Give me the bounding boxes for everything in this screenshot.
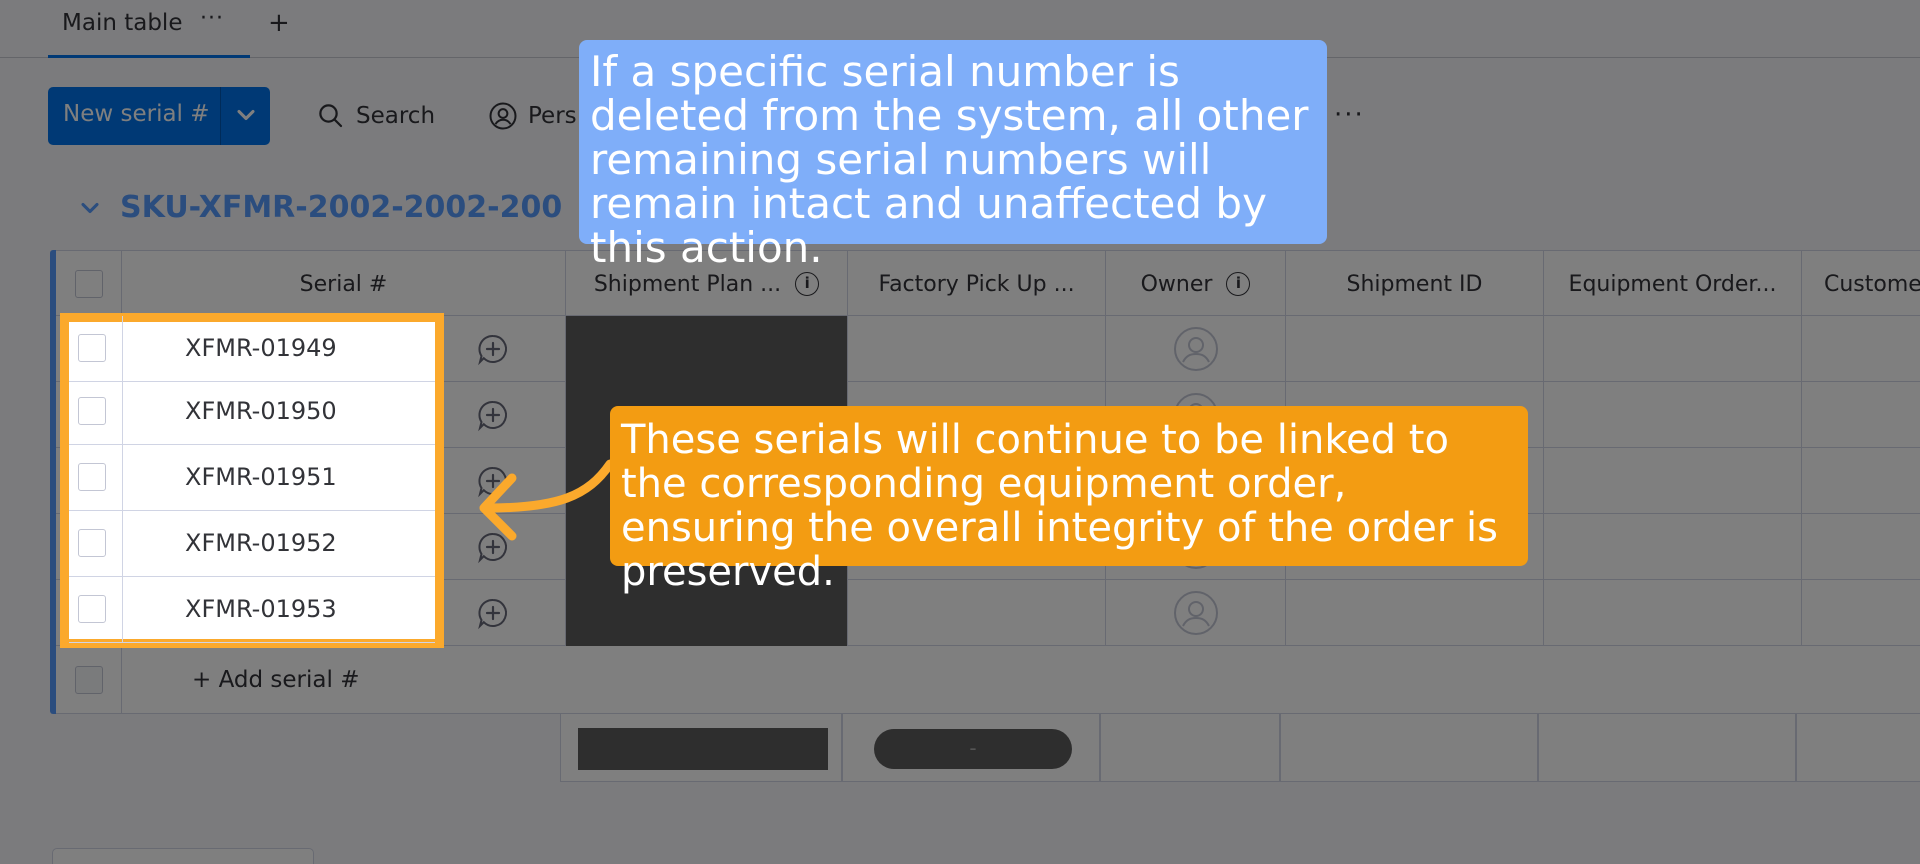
group-collapse-icon[interactable] [76,194,104,222]
serial-value: XFMR-01952 [185,529,337,557]
summary-status-bar [578,728,828,770]
highlighted-serial-row[interactable]: XFMR-01949 [69,316,435,382]
row-checkbox[interactable] [78,595,106,623]
highlighted-serial-row[interactable]: XFMR-01951 [69,445,435,511]
chevron-down-icon[interactable] [232,101,260,129]
serial-value: XFMR-01950 [185,397,337,425]
toolbar-more-icon[interactable]: ··· [1334,100,1365,130]
customer-cell[interactable] [1802,448,1920,514]
add-serial-button[interactable]: + Add serial # [122,646,1920,714]
row-checkbox[interactable] [78,463,106,491]
search-button[interactable]: Search [316,95,435,137]
customer-cell[interactable] [1802,580,1920,646]
search-label: Search [356,103,436,129]
factory-pickup-cell[interactable] [848,316,1106,382]
summary-cell [1796,714,1920,782]
column-header-equipment-order[interactable]: Equipment Order... [1544,251,1802,317]
select-all-checkbox[interactable] [74,270,103,298]
callout-arrow-icon [479,459,615,541]
row-checkbox[interactable] [78,334,106,362]
column-header-label: Shipment Plan ... [593,271,782,297]
table-header: Serial # Shipment Plan ... i Factory Pick… [56,250,1920,317]
equipment-order-cell[interactable] [1544,316,1802,382]
tab-main-table[interactable]: Main table ··· [48,6,250,58]
avatar[interactable] [1173,326,1219,372]
cell-divider [122,379,123,445]
cell-divider [122,445,123,511]
column-header-label: Shipment ID [1346,271,1483,297]
customer-cell[interactable] [1802,514,1920,580]
shipment-plan-cell[interactable] [566,316,848,382]
serial-value: XFMR-01951 [185,463,337,491]
add-row: + Add serial # [56,646,1920,714]
info-icon[interactable]: i [795,272,820,296]
highlighted-serial-row[interactable]: XFMR-01950 [69,379,435,445]
person-filter-button[interactable]: Pers [488,95,577,137]
customer-cell[interactable] [1802,382,1920,448]
column-header-label: Owner [1140,271,1213,297]
cell-divider [122,511,123,577]
equipment-order-cell[interactable] [1544,580,1802,646]
column-header-label: Factory Pick Up ... [878,271,1075,297]
equipment-order-cell[interactable] [1544,514,1802,580]
cell-divider [122,316,123,382]
column-header-label: Custome [1824,271,1920,297]
new-serial-divider [220,87,221,145]
add-update-icon[interactable] [476,398,510,432]
summary-cell [1100,714,1280,782]
add-row-checkbox [74,666,103,694]
new-serial-button[interactable]: New serial # [48,87,270,145]
add-row-check-cell [56,646,122,714]
equipment-order-cell[interactable] [1544,448,1802,514]
info-icon[interactable]: i [1226,272,1251,296]
shipment-id-cell[interactable] [1286,316,1544,382]
customer-cell[interactable] [1802,316,1920,382]
callout-linked-serials: These serials will continue to be linked… [610,406,1528,594]
highlighted-serial-row[interactable]: XFMR-01953 [69,577,435,643]
person-icon [489,102,517,130]
column-header-owner[interactable]: Owner i [1106,251,1286,317]
factory-pickup-cell[interactable] [848,580,1106,646]
search-icon [319,104,343,128]
serial-highlight: XFMR-01949 XFMR-01950 XFMR-01951 XFMR-01952… [69,316,435,643]
column-header-label: Serial # [299,271,388,297]
owner-cell[interactable] [1106,316,1286,382]
group-header: SKU-XFMR-2002-2002-200 [76,190,562,225]
row-checkbox[interactable] [78,529,106,557]
group-title[interactable]: SKU-XFMR-2002-2002-200 [120,190,562,225]
row-checkbox[interactable] [78,397,106,425]
add-group-button[interactable] [52,848,314,864]
summary-cell [1280,714,1538,782]
owner-cell[interactable] [1106,580,1286,646]
callout-deleted-serial: If a specific serial number is deleted f… [579,40,1327,270]
column-header-shipment-id[interactable]: Shipment ID [1286,251,1544,317]
tab-more-icon[interactable]: ··· [200,6,224,31]
summary-date-pill: - [874,729,1072,769]
equipment-order-cell[interactable] [1544,382,1802,448]
add-view-button[interactable]: + [268,8,290,38]
shipment-id-cell[interactable] [1286,580,1544,646]
add-update-icon[interactable] [476,332,510,366]
summary-cell [1538,714,1796,782]
cell-divider [122,577,123,643]
serial-value: XFMR-01949 [185,334,337,362]
tab-main-table-label: Main table [62,10,183,36]
new-serial-label: New serial # [63,101,210,127]
column-header-factory-pickup[interactable]: Factory Pick Up ... [848,251,1106,317]
column-header-customer[interactable]: Custome [1802,251,1920,317]
person-label: Pers [528,103,577,129]
select-all-cell [56,251,122,317]
highlighted-serial-row[interactable]: XFMR-01952 [69,511,435,577]
add-update-icon[interactable] [476,596,510,630]
column-header-serial[interactable]: Serial # [122,251,566,317]
avatar[interactable] [1173,590,1219,636]
serial-value: XFMR-01953 [185,595,337,623]
column-header-label: Equipment Order... [1568,271,1777,297]
